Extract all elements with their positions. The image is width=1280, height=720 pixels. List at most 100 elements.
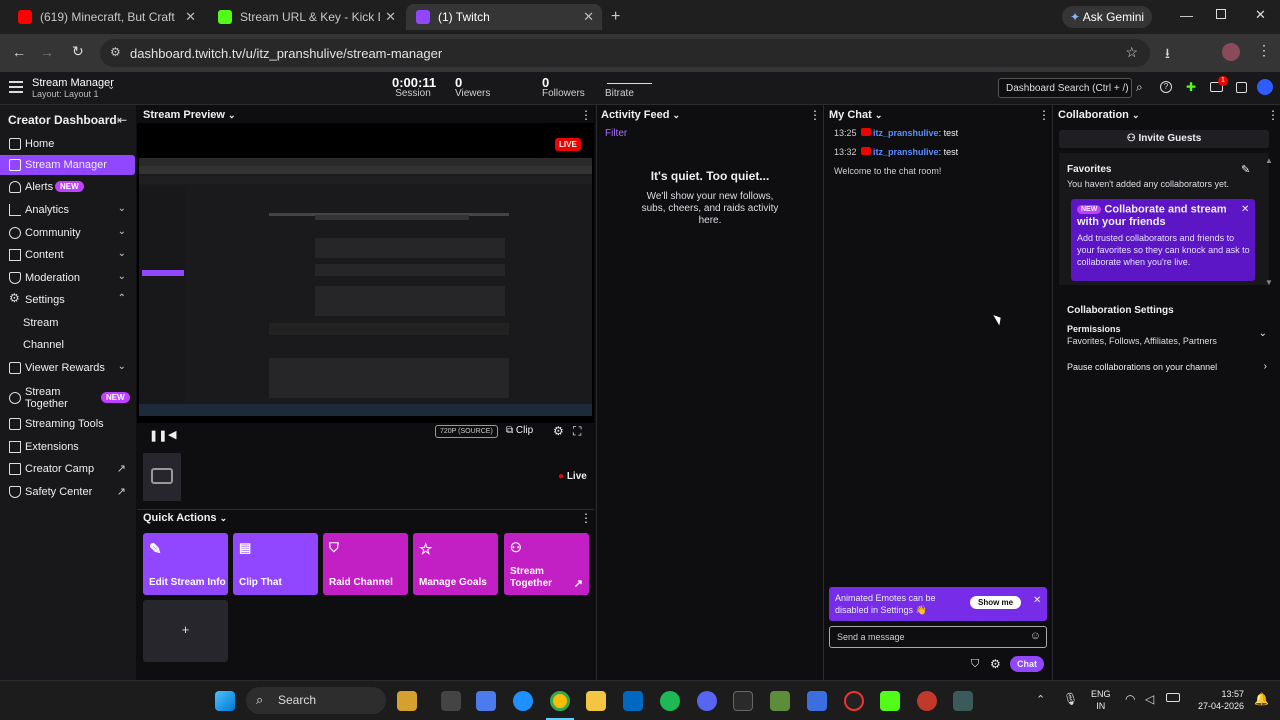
maximize-window-icon[interactable] [1216, 9, 1226, 19]
copilot-icon[interactable] [476, 691, 496, 711]
add-quick-action-button[interactable]: + [143, 600, 228, 662]
sidebar-item-analytics[interactable]: Analytics ⌄ [0, 200, 136, 220]
collapse-sidebar-icon[interactable]: ⇤ [117, 113, 127, 127]
language-indicator[interactable]: ENG IN [1091, 688, 1111, 712]
chat-input[interactable]: Send a message ☺ [829, 626, 1047, 648]
close-promo-icon[interactable]: ✕ [1241, 204, 1249, 215]
sidebar-item-moderation[interactable]: Moderation ⌄ [0, 268, 136, 288]
sidebar-item-safety-center[interactable]: Safety Center ↗ [0, 482, 136, 502]
minimize-window-icon[interactable]: — [1180, 8, 1193, 23]
emote-picker-icon[interactable]: ☺ [1030, 630, 1041, 642]
chat-username[interactable]: itz_pranshulive [873, 128, 939, 138]
extensions-icon[interactable]: ✚ [1186, 80, 1196, 94]
mod-shield-icon[interactable]: ⛉ [971, 658, 979, 671]
discord-icon[interactable] [697, 691, 717, 711]
search-icon[interactable]: ⌕ [1136, 80, 1143, 95]
activity-menu-icon[interactable]: ⋮ [809, 108, 821, 122]
obs-icon[interactable] [844, 691, 864, 711]
pause-collaborations-row[interactable]: Pause collaborations on your channel › [1067, 361, 1267, 376]
close-tab-icon[interactable]: ✕ [185, 9, 196, 25]
clip-button[interactable]: ⧉ Clip [506, 425, 533, 436]
clock[interactable]: 13:57 27-04-2026 [1192, 688, 1244, 712]
edit-favorites-icon[interactable]: ✎ [1241, 163, 1250, 176]
chat-settings-icon[interactable]: ⚙ [990, 657, 1001, 671]
back-icon[interactable]: ← [12, 44, 26, 60]
panel-menu-icon[interactable]: ⋮ [580, 108, 592, 122]
chat-username[interactable]: itz_pranshulive [873, 147, 939, 157]
file-explorer-icon[interactable] [586, 691, 606, 711]
sidebar-item-settings[interactable]: ⚙ Settings ⌃ [0, 290, 136, 310]
battery-icon[interactable] [1166, 693, 1180, 702]
site-info-icon[interactable]: ⚙ [110, 45, 121, 59]
show-hidden-icons-icon[interactable]: ⌃ [1036, 693, 1045, 706]
sidebar-item-community[interactable]: Community ⌄ [0, 223, 136, 243]
url-field[interactable]: ⚙ dashboard.twitch.tv/u/itz_pranshulive/… [100, 39, 1150, 67]
permissions-row[interactable]: Permissions Favorites, Follows, Affiliat… [1067, 324, 1267, 352]
minecraft-icon[interactable] [770, 691, 790, 711]
task-view-icon[interactable] [441, 691, 461, 711]
hamburger-menu-icon[interactable] [9, 81, 23, 93]
sidebar-item-home[interactable]: Home [0, 134, 136, 154]
chrome-icon[interactable] [550, 691, 570, 711]
pause-icon[interactable]: ❚❚ [149, 429, 167, 442]
layout-chevron-down-icon[interactable]: ⌄ [107, 81, 115, 92]
app-icon[interactable] [807, 691, 827, 711]
bookmark-star-icon[interactable]: ☆ [1125, 44, 1138, 61]
new-tab-button[interactable]: + [611, 8, 620, 26]
sidebar-item-stream-together[interactable]: Stream Together NEW [0, 385, 136, 411]
wifi-icon[interactable]: ◠ [1125, 692, 1135, 706]
gaming-icon[interactable] [953, 691, 973, 711]
epic-games-icon[interactable] [733, 691, 753, 711]
raid-channel-button[interactable]: ⛉ Raid Channel [323, 533, 408, 595]
video-player[interactable]: LIVE ❚❚ ◀ 720P (SOURCE) ⧉ Clip ⚙ ⛶ [137, 123, 594, 442]
edge-icon[interactable] [513, 691, 533, 711]
fullscreen-icon[interactable]: ⛶ [573, 424, 581, 439]
browser-tab-twitch[interactable]: (1) Twitch ✕ [406, 4, 602, 30]
player-settings-icon[interactable]: ⚙ [553, 424, 564, 438]
send-chat-button[interactable]: Chat [1010, 656, 1044, 672]
chat-menu-icon[interactable]: ⋮ [1038, 108, 1050, 122]
mute-icon[interactable]: ◀ [168, 428, 176, 441]
manage-goals-button[interactable]: ☆ Manage Goals [413, 533, 498, 595]
stream-together-button[interactable]: ⚇ Stream Together ↗ [504, 533, 589, 595]
sidebar-item-extensions[interactable]: Extensions [0, 437, 136, 457]
sidebar-item-streaming-tools[interactable]: Streaming Tools [0, 414, 136, 434]
close-tab-icon[interactable]: ✕ [583, 9, 594, 25]
user-avatar[interactable] [1257, 79, 1273, 95]
show-me-button[interactable]: Show me [970, 596, 1022, 609]
microphone-icon[interactable]: 🎙 [1063, 692, 1078, 706]
close-toast-icon[interactable]: ✕ [1033, 595, 1041, 606]
sidebar-subitem-channel[interactable]: Channel [0, 335, 136, 355]
browser-menu-icon[interactable]: ⋮ [1257, 42, 1271, 59]
whispers-icon[interactable] [1236, 82, 1247, 93]
taskbar-search[interactable]: ⌕ Search [246, 687, 386, 714]
windows-start-icon[interactable] [215, 691, 235, 711]
help-icon[interactable]: ? [1160, 81, 1172, 93]
invite-guests-button[interactable]: ⚇ Invite Guests [1059, 130, 1269, 148]
notifications-bell-icon[interactable]: 🔔 [1254, 692, 1269, 706]
quality-badge[interactable]: 720P (SOURCE) [435, 425, 498, 438]
sidebar-item-viewer-rewards[interactable]: Viewer Rewards ⌄ [0, 358, 136, 378]
ask-gemini-button[interactable]: ✦ Ask Gemini [1062, 6, 1152, 28]
close-tab-icon[interactable]: ✕ [385, 9, 396, 25]
reload-icon[interactable]: ↻ [72, 43, 84, 60]
sidebar-item-alerts[interactable]: Alerts NEW [0, 177, 136, 197]
scroll-up-icon[interactable]: ▲ [1265, 156, 1273, 165]
browser-tab-kick[interactable]: Stream URL & Key - Kick Dashb ✕ [208, 4, 404, 30]
kick-app-icon[interactable] [880, 691, 900, 711]
close-window-icon[interactable]: ✕ [1255, 7, 1266, 23]
download-icon[interactable]: ⭳ [1165, 43, 1170, 67]
sidebar-subitem-stream[interactable]: Stream [0, 313, 136, 333]
recorder-icon[interactable] [917, 691, 937, 711]
store-icon[interactable] [623, 691, 643, 711]
clip-that-button[interactable]: ▤ Clip That [233, 533, 318, 595]
forward-icon[interactable]: → [40, 44, 54, 60]
spotify-icon[interactable] [660, 691, 680, 711]
sidebar-item-content[interactable]: Content ⌄ [0, 245, 136, 265]
collab-menu-icon[interactable]: ⋮ [1267, 108, 1279, 122]
edit-stream-info-button[interactable]: ✎ Edit Stream Info [143, 533, 228, 595]
scroll-down-icon[interactable]: ▼ [1265, 278, 1273, 287]
quick-actions-menu-icon[interactable]: ⋮ [580, 511, 592, 525]
dashboard-search-input[interactable]: Dashboard Search (Ctrl + /) [998, 78, 1132, 98]
volume-icon[interactable]: ◁ [1145, 692, 1154, 706]
